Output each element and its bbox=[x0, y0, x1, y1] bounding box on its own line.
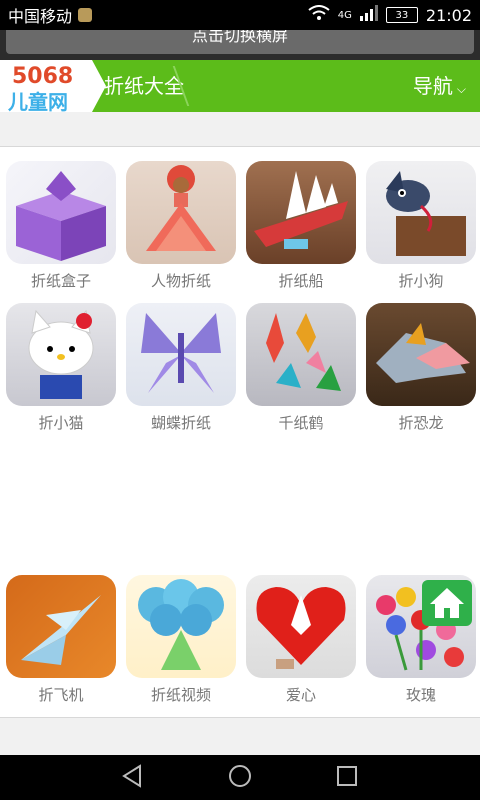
grid-item[interactable]: 折纸盒子 bbox=[6, 161, 116, 291]
grid-item[interactable]: 爱心 bbox=[246, 575, 356, 705]
grid-item-label: 玫瑰 bbox=[405, 686, 436, 704]
recent-apps-icon[interactable] bbox=[334, 763, 360, 796]
grid-item-label: 蝴蝶折纸 bbox=[150, 414, 211, 432]
status-right: 4G 33 21:02 bbox=[308, 0, 472, 30]
sim-icon bbox=[78, 8, 93, 22]
rotate-bar: 点击切换横屏 bbox=[0, 30, 480, 60]
site-logo[interactable]: 5068 儿童网 bbox=[0, 60, 92, 114]
network-type: 4G bbox=[337, 9, 352, 21]
paper-crane-image bbox=[246, 303, 356, 406]
grid-item[interactable]: 千纸鹤 bbox=[246, 303, 356, 433]
page-title: 折纸大全 bbox=[104, 74, 184, 98]
grid-item-label: 折纸盒子 bbox=[30, 272, 91, 290]
paper-dinosaur-image bbox=[366, 303, 476, 406]
grid-item[interactable]: 人物折纸 bbox=[126, 161, 236, 291]
home-icon bbox=[422, 588, 472, 630]
grid-item-label: 人物折纸 bbox=[150, 272, 211, 290]
logo-text: 儿童网 bbox=[8, 90, 68, 114]
paper-box-image bbox=[6, 161, 116, 264]
carrier-label: 中国移动 bbox=[8, 7, 73, 26]
battery-icon: 33 bbox=[385, 7, 418, 23]
battery-level: 33 bbox=[395, 9, 409, 21]
app-header: 5068 儿童网 折纸大全 导航 ⌵ bbox=[0, 60, 480, 114]
grid-item[interactable]: 折小猫 bbox=[6, 303, 116, 433]
paper-plane-image bbox=[6, 575, 116, 678]
back-icon[interactable] bbox=[120, 763, 146, 796]
spacer-band bbox=[0, 112, 480, 147]
rotate-screen-button[interactable]: 点击切换横屏 bbox=[6, 30, 474, 54]
grid-item-label: 千纸鹤 bbox=[278, 414, 324, 432]
grid-item-label: 折小狗 bbox=[398, 272, 444, 290]
grid-item-label: 折恐龙 bbox=[398, 414, 444, 432]
grid-item[interactable]: 折小狗 bbox=[366, 161, 476, 291]
footer-band bbox=[0, 717, 480, 756]
home-circle-icon[interactable] bbox=[227, 763, 253, 796]
paper-cat-image bbox=[6, 303, 116, 406]
grid-item-label: 折纸船 bbox=[278, 272, 324, 290]
category-grid: 折纸盒子 人物折纸 折纸船 折小狗 折小猫 蝴蝶折纸 千纸鹤 折恐龙 折飞机 折… bbox=[0, 147, 480, 717]
grid-item[interactable]: 折恐龙 bbox=[366, 303, 476, 433]
nav-menu-button[interactable]: 导航 ⌵ bbox=[413, 60, 466, 112]
clock: 21:02 bbox=[425, 5, 472, 25]
wifi-icon bbox=[308, 5, 330, 25]
grid-item[interactable]: 蝴蝶折纸 bbox=[126, 303, 236, 433]
paper-doll-image bbox=[126, 161, 236, 264]
status-bar: 中国移动 4G 33 21:02 bbox=[0, 0, 480, 30]
paper-butterfly-image bbox=[126, 303, 236, 406]
nav-label: 导航 bbox=[412, 74, 453, 98]
grid-item-label: 折纸视频 bbox=[150, 686, 211, 704]
grid-item-label: 折飞机 bbox=[38, 686, 84, 704]
system-nav-bar bbox=[0, 755, 480, 800]
grid-item[interactable]: 折纸视频 bbox=[126, 575, 236, 705]
signal-icon bbox=[359, 5, 378, 25]
paper-heart-image bbox=[246, 575, 356, 678]
chevron-down-icon: ⌵ bbox=[456, 82, 466, 96]
home-button[interactable] bbox=[422, 580, 472, 626]
grid-item-label: 爱心 bbox=[285, 686, 316, 704]
grid-item[interactable]: 折飞机 bbox=[6, 575, 116, 705]
paper-boat-image bbox=[246, 161, 356, 264]
grid-item-label: 折小猫 bbox=[38, 414, 84, 432]
paper-dog-image bbox=[366, 161, 476, 264]
paper-video-image bbox=[126, 575, 236, 678]
grid-item[interactable]: 折纸船 bbox=[246, 161, 356, 291]
